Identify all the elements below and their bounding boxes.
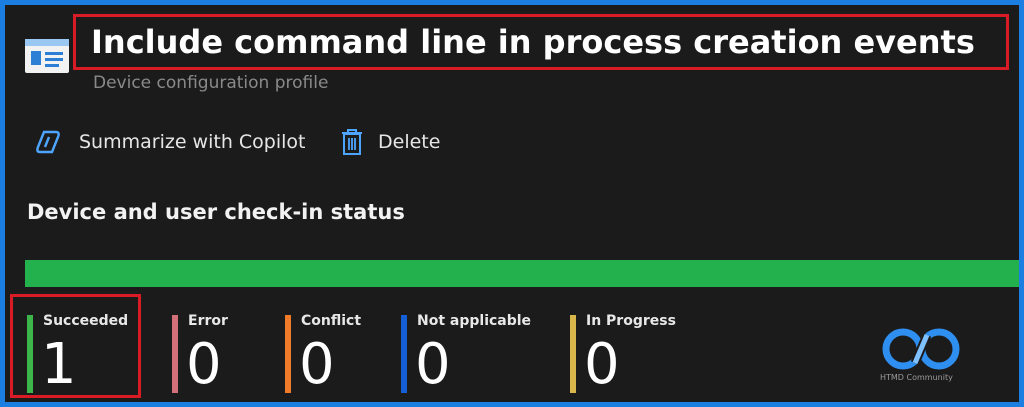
- summarize-with-copilot-button[interactable]: Summarize with Copilot: [35, 127, 306, 157]
- stat-in-progress-bar: [570, 315, 576, 393]
- copilot-icon: [36, 130, 60, 154]
- stat-succeeded-label: Succeeded: [43, 313, 129, 329]
- stat-conflict-label: Conflict: [301, 313, 362, 329]
- stat-error-label: Error: [188, 313, 228, 329]
- stat-error-value: 0: [186, 332, 222, 397]
- stat-error-bar: [172, 315, 178, 393]
- stat-conflict-bar: [285, 315, 291, 393]
- delete-button[interactable]: Delete: [340, 127, 440, 157]
- stat-not-applicable-bar: [401, 315, 407, 393]
- watermark-text: HTMD Community: [880, 373, 953, 382]
- summarize-label: Summarize with Copilot: [79, 131, 306, 153]
- delete-label: Delete: [378, 131, 441, 153]
- stat-not-applicable-value: 0: [415, 332, 451, 397]
- page-subtitle: Device configuration profile: [93, 73, 329, 93]
- page-title: Include command line in process creation…: [91, 23, 975, 61]
- stat-in-progress-label: In Progress: [586, 313, 676, 329]
- app-frame: Include command line in process creation…: [5, 5, 1019, 402]
- stat-not-applicable-label: Not applicable: [417, 313, 532, 329]
- stat-succeeded-value: 1: [41, 332, 77, 397]
- trash-icon: [342, 129, 362, 155]
- profile-window-icon: [25, 39, 69, 73]
- stat-succeeded-bar: [27, 315, 33, 393]
- stat-in-progress-value: 0: [584, 332, 620, 397]
- checkin-progress-fill: [25, 260, 1019, 287]
- checkin-progress-bar: [25, 260, 1019, 287]
- stat-conflict-value: 0: [299, 332, 335, 397]
- checkin-status-title: Device and user check-in status: [27, 200, 405, 224]
